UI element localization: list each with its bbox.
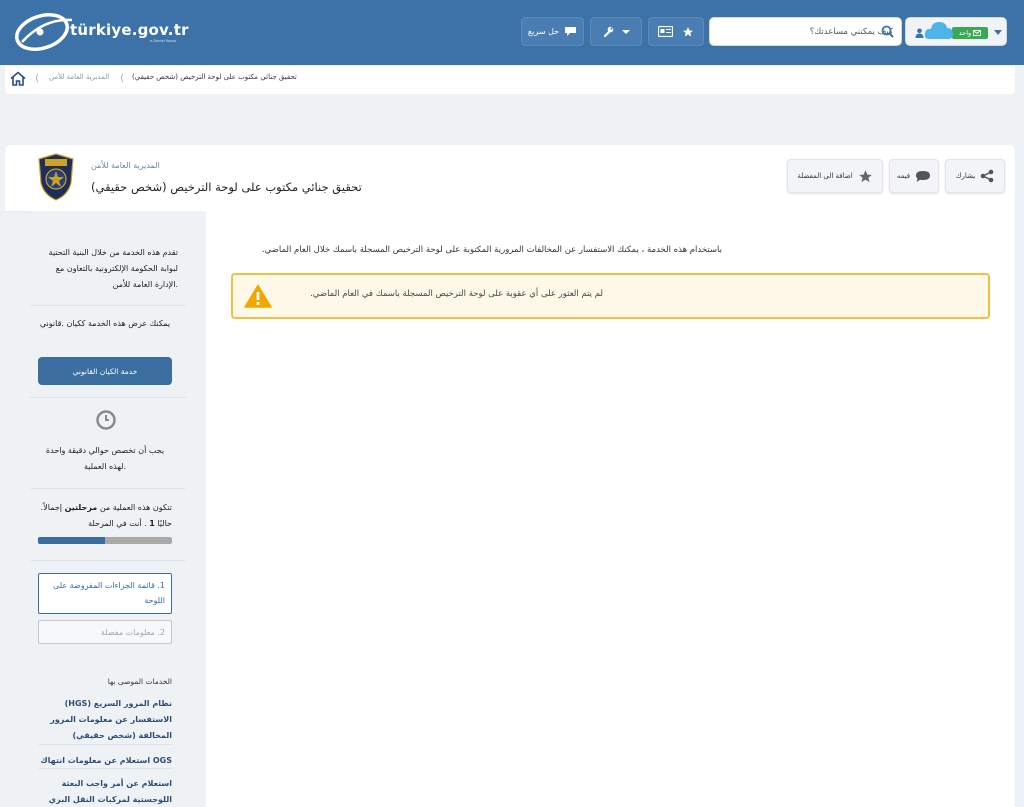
logo-swoosh-icon [15, 13, 73, 51]
current-stage: 1 [149, 519, 155, 528]
add-to-favorites-button[interactable]: اضافة الى المفضلة [787, 159, 883, 193]
main-content: باستخدام هذه الخدمة ، يمكنك الاستفسار عن… [206, 211, 1015, 807]
login-badge: واحد [952, 27, 988, 39]
star-icon [858, 169, 872, 182]
logo-text: türkiye.gov.tr [70, 21, 189, 39]
breadcrumb-separator: ⟨ [120, 73, 124, 84]
chevron-down-icon [994, 30, 1002, 35]
favorite-label: اضافة الى المفضلة [797, 172, 853, 180]
logo-tagline: e-Devlet Kapısı [150, 39, 177, 43]
card-favorites-button[interactable] [648, 17, 704, 46]
login-badge-label: واحد [958, 29, 972, 37]
turkiye-gov-logo[interactable]: türkiye.gov.tr e-Devlet Kapısı [14, 10, 189, 54]
organization-name[interactable]: المديرية العامة للأمن [91, 161, 160, 170]
step-item-active[interactable]: 1. قائمة الجزاءات المفروضة على اللوحة [38, 573, 172, 614]
service-provider-text: تقدم هذه الخدمة من خلال البنية التحتية ل… [48, 248, 178, 289]
comment-label: فيمه [896, 172, 911, 180]
share-button[interactable]: يشارك [945, 159, 1005, 193]
breadcrumb-current: تحقيق جنائي مكتوب على لوحة الترخيص (شخص … [132, 73, 297, 81]
search-icon[interactable] [881, 25, 894, 38]
wrench-icon [603, 26, 613, 37]
service-description: باستخدام هذه الخدمة ، يمكنك الاستفسار عن… [261, 245, 722, 255]
home-icon[interactable] [10, 71, 26, 86]
breadcrumb-item[interactable]: المديرية العامة للأمن [49, 73, 109, 81]
quick-solution-button[interactable]: حل سريع [521, 17, 584, 46]
share-label: يشارك [955, 172, 976, 180]
breadcrumb-separator: ⟨ [35, 73, 39, 84]
progress-bar [38, 537, 172, 544]
sidebar-divider [30, 488, 186, 489]
sidebar-divider [30, 560, 186, 561]
cloud-icon [924, 22, 953, 39]
sidebar-divider [38, 744, 172, 745]
tools-dropdown-button[interactable] [590, 17, 642, 46]
warning-icon [244, 284, 272, 308]
quick-solution-label: حل سريع [527, 27, 560, 36]
envelope-icon [973, 30, 982, 36]
chevron-down-icon [621, 29, 630, 34]
comment-icon [565, 27, 577, 36]
comment-icon [916, 170, 931, 182]
police-emblem-icon [38, 153, 74, 201]
top-header: türkiye.gov.tr e-Devlet Kapısı حل سريع ك… [0, 0, 1024, 65]
stages-info: تتكون هذه العملية من مرحلتين إجمالاً. حا… [38, 500, 172, 532]
step-item-inactive: 2. معلومات مفصلة [38, 620, 172, 644]
stages-count: مرحلتين [64, 503, 98, 512]
warning-alert-text: لم يتم العثور على أي عقوبة على لوحة التر… [310, 289, 603, 299]
search-input[interactable] [733, 18, 893, 45]
estimated-time-text: يجب أن تخصص حوالي دقيقة واحدة .لهذه العم… [45, 446, 165, 471]
warning-alert: لم يتم العثور على أي عقوبة على لوحة التر… [231, 273, 990, 319]
stages-prefix: تتكون هذه العملية من [99, 503, 172, 512]
sidebar-divider [30, 397, 186, 398]
share-icon [980, 169, 994, 183]
stages-end: . أنت في المرحلة [88, 519, 147, 528]
star-icon [683, 26, 693, 36]
recommended-service-link[interactable]: استعلام عن أمر واجب البعثة اللوجستية لمر… [38, 776, 172, 807]
service-title-panel: المديرية العامة للأمن تحقيق جنائي مكتوب … [5, 145, 1015, 211]
legal-entity-text: يمكنك عرض هذه الخدمة ككيان .قانوني [39, 319, 171, 328]
progress-bar-fill [38, 537, 105, 544]
sidebar-divider [38, 768, 172, 769]
sidebar: تقدم هذه الخدمة من خلال البنية التحتية ل… [30, 211, 206, 807]
recommended-service-link[interactable]: نظام المرور السريع (HGS) الاستفسار عن مع… [38, 696, 172, 744]
legal-entity-service-button[interactable]: خدمة الكيان القانوني [38, 357, 172, 385]
breadcrumb: ⟨ المديرية العامة للأمن ⟨ تحقيق جنائي مك… [5, 66, 1015, 94]
login-button[interactable]: واحد [905, 17, 1007, 46]
recommended-services-title: الخدمات الموصى بها [107, 677, 172, 686]
id-card-icon [658, 26, 673, 37]
comment-button[interactable]: فيمه [889, 159, 939, 193]
user-icon [915, 28, 924, 38]
search-box[interactable] [709, 17, 902, 46]
clock-icon [96, 410, 116, 430]
page-title: تحقيق جنائي مكتوب على لوحة الترخيص (شخص … [91, 180, 362, 194]
sidebar-divider [30, 305, 186, 306]
recommended-service-link[interactable]: OGS استعلام عن معلومات انتهاك [38, 753, 172, 769]
